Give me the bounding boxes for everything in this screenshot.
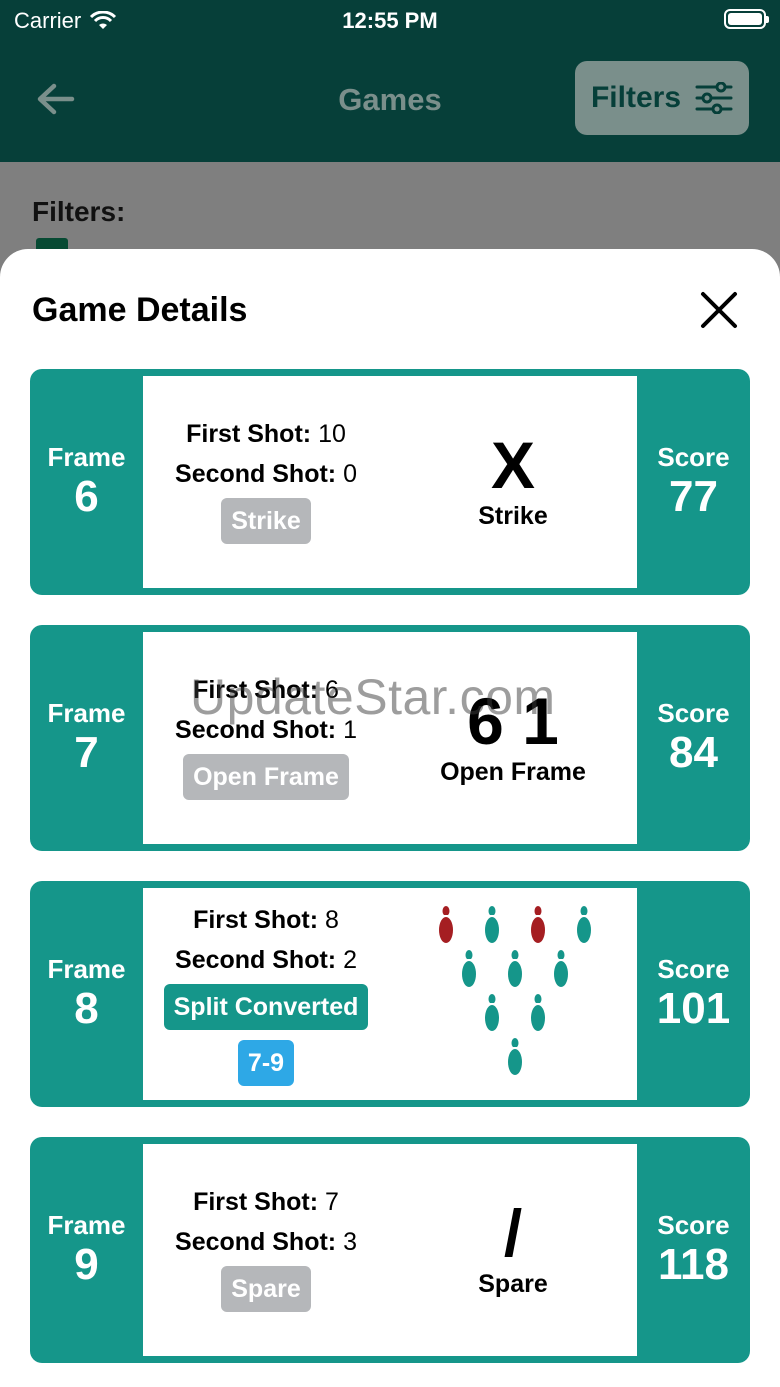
frame-value: 6 [74, 472, 99, 521]
pin-6 [554, 950, 568, 987]
status-bar: Carrier 12:55 PM [0, 0, 780, 40]
pin-diagram [439, 906, 591, 1075]
pin-4 [462, 950, 476, 987]
result-tag: Open Frame [183, 754, 349, 800]
pin-2 [485, 994, 499, 1031]
frame-number: Frame 8 [30, 881, 143, 1107]
frame-number: Frame 6 [30, 369, 143, 595]
score-label: Score [657, 698, 730, 728]
result-label: Strike [478, 502, 548, 530]
frame-details: First Shot: 10 Second Shot: 0 Strike X S… [143, 376, 637, 588]
first-shot: First Shot: 6 [193, 676, 339, 704]
result-symbol: / [503, 1196, 523, 1270]
first-shot: First Shot: 7 [193, 1188, 339, 1216]
close-icon[interactable] [700, 291, 738, 329]
frame-value: 9 [74, 1240, 99, 1289]
score-value: 77 [669, 472, 718, 521]
result-tag: Strike [221, 498, 311, 544]
score-label: Score [657, 442, 730, 472]
frame-label: Frame [47, 698, 126, 728]
second-shot: Second Shot: 3 [175, 1228, 357, 1256]
frame-number: Frame 7 [30, 625, 143, 851]
score-label: Score [657, 1210, 730, 1240]
frame-card: Frame 8 First Shot: 8 Second Shot: 2 Spl… [30, 881, 750, 1107]
frame-details: First Shot: 8 Second Shot: 2 Split Conve… [143, 888, 637, 1100]
frame-value: 7 [74, 728, 99, 777]
shots: First Shot: 10 Second Shot: 0 Strike [143, 414, 389, 544]
score-value: 118 [658, 1240, 729, 1289]
first-shot: First Shot: 8 [193, 906, 339, 934]
frame-card: Frame 7 First Shot: 6 Second Shot: 1 Ope… [30, 625, 750, 851]
frame-details: First Shot: 7 Second Shot: 3 Spare / Spa… [143, 1144, 637, 1356]
pin-9 [531, 906, 545, 943]
split-tag: 7-9 [237, 1040, 295, 1086]
frame-card: Frame 9 First Shot: 7 Second Shot: 3 Spa… [30, 1137, 750, 1363]
filters-button[interactable]: Filters [575, 61, 749, 135]
frame-label: Frame [47, 1210, 126, 1240]
frame-details: First Shot: 6 Second Shot: 1 Open Frame … [143, 632, 637, 844]
result-symbol: 6 1 [467, 684, 559, 758]
sliders-icon [695, 82, 733, 114]
frame-label: Frame [47, 954, 126, 984]
filters-button-label: Filters [590, 81, 682, 114]
score: Score 84 [637, 625, 750, 851]
score-value: 84 [669, 728, 718, 777]
score-label: Score [657, 954, 730, 984]
sheet-title: Game Details [32, 291, 248, 329]
frame-card: Frame 6 First Shot: 10 Second Shot: 0 St… [30, 369, 750, 595]
frame-number: Frame 9 [30, 1137, 143, 1363]
frame-value: 8 [74, 984, 99, 1033]
result: X Strike [403, 428, 623, 531]
nav-bar: Games Filters [0, 40, 780, 162]
score: Score 77 [637, 369, 750, 595]
result: 6 1 Open Frame [403, 684, 623, 787]
background-content: Filters: [0, 162, 780, 262]
shots: First Shot: 8 Second Shot: 2 Split Conve… [143, 900, 389, 1086]
game-details-sheet: Game Details Frame 6 First Shot: 10 Seco… [0, 249, 780, 1387]
score: Score 101 [637, 881, 750, 1107]
pin-5 [508, 950, 522, 987]
filters-heading: Filters: [32, 196, 126, 227]
score-value: 101 [656, 984, 731, 1033]
frame-label: Frame [47, 442, 126, 472]
first-shot: First Shot: 10 [186, 420, 346, 448]
battery-icon [724, 9, 769, 29]
shots: First Shot: 6 Second Shot: 1 Open Frame [143, 670, 389, 800]
second-shot: Second Shot: 0 [175, 460, 357, 488]
result-tag: Spare [221, 1266, 311, 1312]
clock: 12:55 PM [342, 8, 438, 33]
pin-3 [531, 994, 545, 1031]
shots: First Shot: 7 Second Shot: 3 Spare [143, 1182, 389, 1312]
pin-10 [577, 906, 591, 943]
pin-8 [485, 906, 499, 943]
result-label: Open Frame [440, 758, 586, 786]
result: / Spare [403, 1196, 623, 1299]
pin-1 [508, 1038, 522, 1075]
result-label: Spare [478, 1270, 548, 1298]
result-symbol: X [490, 428, 536, 502]
pin-7 [439, 906, 453, 943]
result-tag: Split Converted [163, 984, 369, 1030]
second-shot: Second Shot: 2 [175, 946, 357, 974]
second-shot: Second Shot: 1 [175, 716, 357, 744]
score: Score 118 [637, 1137, 750, 1363]
